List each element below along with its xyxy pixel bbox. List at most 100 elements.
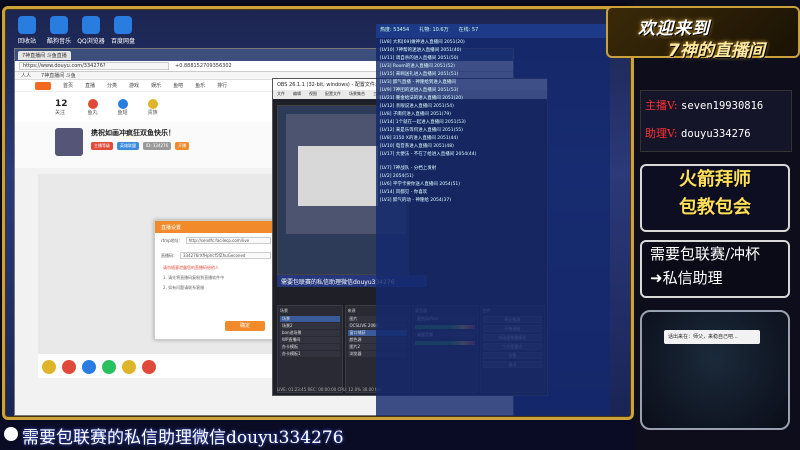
chat-message: [LV3] Room的进入直播间 2051(52) (380, 64, 455, 69)
dialog-note: 2. 如有问题请联系客服 (163, 285, 205, 290)
avatar[interactable] (55, 128, 83, 156)
gift-icon[interactable] (102, 360, 116, 374)
chat-message: [LV8] 大和[69]做神进入直播间 2051(20) (380, 40, 465, 45)
stat-noble[interactable]: 贵族 (147, 98, 158, 116)
promo-rocket: 火箭拜师 包教包会 (640, 164, 790, 232)
scene-item[interactable]: 场景2 (280, 323, 340, 329)
menu-item[interactable]: 编辑 (293, 91, 301, 98)
url-input[interactable]: https://www.douyu.com/334276? (19, 62, 169, 70)
stat-fishball[interactable]: 鱼丸 (87, 98, 98, 116)
chat-message: [LV15] 来啊送礼进入直播间 2051(51) (380, 72, 459, 77)
menu-item[interactable]: 配置文件 (325, 91, 341, 98)
douyu-logo[interactable] (35, 81, 51, 90)
chat-message: [LV21] 重金给法的进入直播间 2051(20) (380, 96, 463, 101)
gift-message: [LV14] 风都见 - 你喜欢 (380, 190, 428, 195)
desktop: 回收站 酷狗音乐 QQ浏览器 百度网盘 7神直播间 斗鱼直播 https://w… (6, 10, 630, 416)
chat-message-list[interactable]: [LV8] 大和[69]做神进入直播间 2051(20) [LV10] 7神帮的迷… (376, 38, 610, 158)
scene-item[interactable]: 办卡模板1 (280, 351, 340, 357)
stream-code-field[interactable]: 334276rXfHpVcf5fZhuGeconed (180, 252, 271, 259)
desktop-icon-baidu-netdisk[interactable]: 百度网盘 (106, 16, 140, 45)
recycle-bin-icon (18, 16, 36, 34)
room-tag: 主播等级 (91, 142, 113, 150)
gift-icon[interactable] (42, 360, 56, 374)
nav-item[interactable]: 鱼吧 (173, 82, 183, 89)
room-tag[interactable]: 英雄联盟 (117, 142, 139, 150)
ornament-frame (640, 310, 790, 430)
dialog-title: 直播设置 (155, 221, 277, 233)
dialog-tip: 请勿随意泄露您的直播码给他人 (163, 265, 219, 270)
dialog-note: 1. 请先将直播码复制到直播软件中 (163, 275, 225, 280)
chat-message: [LV8] 子嘶何进入直播间 2051(79) (380, 112, 452, 117)
stat-follow[interactable]: 12 关注 (55, 99, 68, 116)
preview-nested-window (298, 146, 378, 206)
desktop-icon-qq-browser[interactable]: QQ浏览器 (74, 16, 108, 45)
rtmp-field[interactable]: http://sendfc.facilecp.com/live (185, 237, 271, 244)
nav-item[interactable]: 直播 (85, 82, 95, 89)
gift-message: [LV3] 醉气的动 - 神隆给 2054(37) (380, 198, 451, 203)
desktop-icon-recycle-bin[interactable]: 回收站 (10, 16, 44, 45)
room-tag: ID: 334276 (143, 142, 172, 150)
nav-item[interactable]: 首页 (63, 82, 73, 89)
welcome-banner: 欢迎来到 7神的直播间 (606, 6, 800, 61)
nav-item[interactable]: 排行 (217, 82, 227, 89)
chat-message: [LV17] 大便法 - 不在了给进入直播间 2054(44) (380, 152, 477, 157)
notice-message: 话出来在：师父，来稳自己吧... (664, 330, 760, 344)
qq-browser-icon (82, 16, 100, 34)
bottom-ticker: 需要包联赛的私信助理微信douyu334276 (0, 420, 634, 450)
welcome-line-2: 7神的直播间 (668, 41, 765, 61)
chat-message: [LV9] 7神团的迷进入直播间 2051(53) (380, 88, 459, 93)
bookmark-item[interactable]: 7神直播间 斗鱼 (41, 72, 76, 79)
chat-overlay: 热度: 53454 礼物: 10.6万 在线: 57 [LV8] 大和[69]做… (376, 24, 610, 416)
chat-message: [LV12] 来是乐等何进入直播间 2051(55) (380, 128, 463, 133)
stat-fin[interactable]: 鱼翅 (117, 98, 128, 116)
rtmp-row: rtmp地址： http://sendfc.facilecp.com/live (155, 233, 277, 248)
menu-item[interactable]: 文件 (277, 91, 285, 98)
assistant-contact: 助理V: douyu334276 (645, 127, 751, 140)
nav-item[interactable]: 游戏 (129, 82, 139, 89)
promo-league: 需要包联赛/冲杯 ➜私信助理 (640, 240, 790, 298)
desktop-icon-kugou[interactable]: 酷狗音乐 (42, 16, 76, 45)
bullet-icon (4, 427, 18, 441)
kugou-icon (50, 16, 68, 34)
gift-icon[interactable] (142, 360, 156, 374)
scene-item[interactable]: 场景 (280, 316, 340, 322)
stream-screen: 回收站 酷狗音乐 QQ浏览器 百度网盘 7神直播间 斗鱼直播 https://w… (0, 0, 800, 450)
menu-item[interactable]: 视图 (309, 91, 317, 98)
gift-icon[interactable] (62, 360, 76, 374)
noble-icon (147, 98, 158, 109)
bookmark-item[interactable]: 人人 (21, 72, 31, 79)
ticker-text: 需要包联赛的私信助理微信douyu334276 (22, 428, 344, 448)
chat-message: [LV10] 7神帮的迷进入直播间 2051(40) (380, 48, 462, 53)
scene-item[interactable]: WP直播间 (280, 337, 340, 343)
chat-header: 热度: 53454 礼物: 10.6万 在线: 57 (376, 24, 610, 38)
nav-item[interactable]: 鱼乐 (195, 82, 205, 89)
nav-item[interactable]: 娱乐 (151, 82, 161, 89)
browser-tab[interactable]: 7神直播间 斗鱼直播 (18, 50, 71, 60)
live-settings-dialog: 直播设置 rtmp地址： http://sendfc.facilecp.com/… (154, 220, 278, 340)
room-title: 携祝如画冲疯狂双鱼快乐！ (91, 129, 175, 137)
room-tag: 开播 (175, 142, 190, 150)
nav-item[interactable]: 分类 (107, 82, 117, 89)
gift-message: [LV6] 平学卡要你送人直播间 2054(51) (380, 182, 461, 187)
scene-item[interactable]: 办卡模板 (280, 344, 340, 350)
chat-message: [LV14] 1个就在一起进入直播间 2051(53) (380, 120, 466, 125)
fishball-icon (87, 98, 98, 109)
ok-button[interactable]: 确定 (225, 321, 265, 331)
scene-item[interactable]: ban进场景 (280, 330, 340, 336)
gift-icon[interactable] (82, 360, 96, 374)
chat-message: [LV8] 3150 X的进入直播间 2051(44) (380, 136, 458, 141)
chat-message: [LV12] 亲眼说进入直播间 2051(54) (380, 104, 454, 109)
baidu-netdisk-icon (114, 16, 132, 34)
gift-message: [LV7] 7神战队 - 分档上发射 (380, 166, 437, 171)
chat-message: [LV11] 调自杀的进入直播间 2051(50) (380, 56, 459, 61)
url-extra: +0.888152709356302 (175, 63, 232, 69)
chat-message: [LV10] 电音系进入直播间 2051(48) (380, 144, 454, 149)
code-row: 直播码： 334276rXfHpVcf5fZhuGeconed (155, 248, 277, 263)
anchor-contact: 主播V: seven19930816 (645, 99, 764, 112)
scenes-panel: 场景 场景 场景2 ban进场景 WP直播间 办卡模板 办卡模板1 (277, 305, 343, 393)
gift-icon[interactable] (122, 360, 136, 374)
contact-info: 主播V: seven19930816 助理V: douyu334276 (640, 90, 792, 152)
gift-message-list: [LV7] 7神战队 - 分档上发射 [LV2] 2054(51) [LV6] 平学… (376, 164, 610, 204)
gift-message: [LV2] 2054(51) (380, 174, 414, 179)
menu-item[interactable]: 场景集合 (349, 91, 365, 98)
